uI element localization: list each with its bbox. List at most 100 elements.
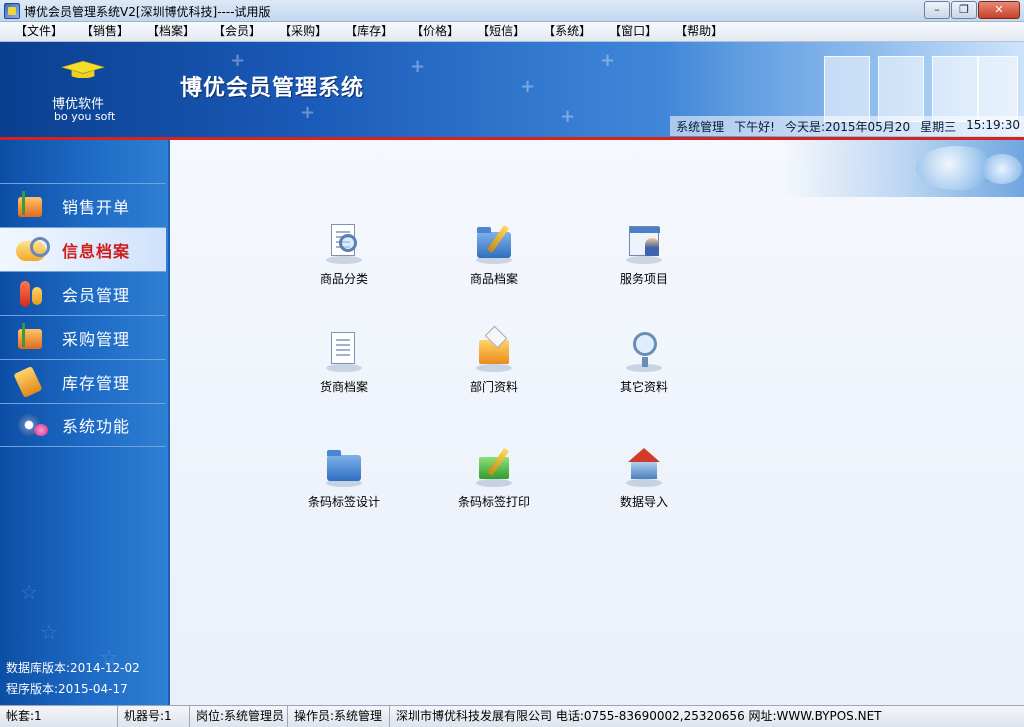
banner-deco-panel — [932, 56, 978, 122]
system-icon — [14, 410, 48, 440]
tile-product-archive[interactable]: 商品档案 — [434, 222, 554, 296]
greeting: 下午好! — [734, 120, 775, 134]
sidebar-item-label: 库存管理 — [62, 373, 131, 393]
status-company: 深圳市博优科技发展有限公司 电话:0755-83690002,25320656 … — [396, 709, 882, 723]
tile-label: 货商档案 — [319, 380, 368, 394]
barcode-print-icon — [473, 445, 515, 487]
plus-decor-icon: + — [520, 76, 536, 97]
current-date: 今天是:2015年05月20 — [784, 120, 911, 134]
header-banner: + + + + + + 博优软件 bo you soft 博优会员管理系统 系统… — [0, 42, 1024, 139]
sidebar-item-label: 信息档案 — [62, 241, 131, 261]
tile-label: 其它资料 — [619, 380, 668, 394]
tile-service-items[interactable]: 服务项目 — [584, 222, 704, 296]
weekday: 星期三 — [920, 120, 957, 134]
tile-other-info[interactable]: 其它资料 — [584, 330, 704, 404]
status-bar: 帐套:1 机器号:1 岗位:系统管理员 操作员:系统管理 深圳市博优科技发展有限… — [0, 705, 1024, 727]
sidebar-item-label: 系统功能 — [62, 417, 131, 436]
app-title: 博优会员管理系统 — [180, 76, 365, 101]
department-box-icon — [473, 330, 515, 372]
banner-deco-panel — [824, 56, 870, 122]
magnifier-document-icon — [323, 222, 365, 264]
sidebar-item-member[interactable]: 会员管理 — [0, 271, 166, 315]
menu-sms[interactable]: 【短信】 — [468, 22, 534, 41]
status-machine: 机器号:1 — [118, 706, 190, 727]
barcode-folder-icon — [323, 445, 365, 487]
minimize-button[interactable]: – — [924, 1, 950, 19]
window-controls: – ❐ ✕ — [924, 1, 1020, 19]
tile-barcode-design[interactable]: 条码标签设计 — [284, 445, 404, 519]
banner-deco-panel — [878, 56, 924, 122]
status-operator: 操作员:系统管理 — [288, 706, 390, 727]
tile-label: 数据导入 — [619, 495, 668, 509]
tile-label: 商品分类 — [319, 272, 368, 286]
maximize-button[interactable]: ❐ — [951, 1, 977, 19]
plus-decor-icon: + — [230, 50, 246, 71]
supplier-document-icon — [323, 330, 365, 372]
close-button[interactable]: ✕ — [978, 1, 1020, 19]
header-status: 系统管理 下午好! 今天是:2015年05月20 星期三 15:19:30 — [670, 116, 1024, 136]
data-import-house-icon — [623, 445, 665, 487]
tile-product-category[interactable]: 商品分类 — [284, 222, 404, 296]
menu-file[interactable]: 【文件】 — [6, 22, 72, 41]
sidebar-item-purchase[interactable]: 采购管理 — [0, 315, 166, 359]
sidebar-item-info-archive[interactable]: 信息档案 — [0, 227, 166, 271]
info-archive-icon — [14, 235, 50, 265]
tile-barcode-print[interactable]: 条码标签打印 — [434, 445, 554, 519]
menu-price[interactable]: 【价格】 — [402, 22, 468, 41]
main-panel: 商品分类 商品档案 服务项目 货商档案 部门资料 其它资料 条码标签设计 条码标… — [168, 140, 1024, 705]
main-decoration — [784, 140, 1024, 197]
inventory-icon — [13, 365, 48, 398]
logo-text-en: bo you soft — [54, 110, 116, 123]
graduation-cap-logo-icon — [60, 60, 106, 78]
plus-decor-icon: + — [410, 56, 426, 77]
menu-help[interactable]: 【帮助】 — [666, 22, 732, 41]
sidebar-item-label: 采购管理 — [62, 329, 131, 349]
status-post: 岗位:系统管理员 — [190, 706, 288, 727]
member-icon — [14, 279, 48, 309]
menu-bar: 【文件】 【销售】 【档案】 【会员】 【采购】 【库存】 【价格】 【短信】 … — [0, 22, 1024, 42]
app-icon — [4, 3, 20, 19]
sidebar-item-inventory[interactable]: 库存管理 — [0, 359, 166, 403]
current-user: 系统管理 — [676, 120, 725, 134]
star-decor-icon: ☆ — [20, 580, 38, 604]
status-account: 帐套:1 — [0, 706, 118, 727]
menu-member[interactable]: 【会员】 — [204, 22, 270, 41]
sidebar: ☆ ☆ ☆ 销售开单 信息档案 会员管理 采购管理 库存管理 系统功能 数据库版… — [0, 140, 168, 705]
plus-decor-icon: + — [600, 50, 616, 71]
tile-label: 服务项目 — [619, 272, 668, 286]
current-time: 15:19:30 — [966, 118, 1020, 132]
tile-label: 商品档案 — [469, 272, 518, 286]
sidebar-nav: 销售开单 信息档案 会员管理 采购管理 库存管理 系统功能 — [0, 183, 166, 447]
sales-order-icon — [14, 190, 48, 221]
other-search-icon — [623, 330, 665, 372]
disc-decor-icon — [982, 154, 1022, 184]
star-decor-icon: ☆ — [40, 620, 58, 644]
purchase-icon — [14, 322, 48, 353]
tile-department-info[interactable]: 部门资料 — [434, 330, 554, 404]
window-title: 博优会员管理系统V2[深圳博优科技]----试用版 — [24, 5, 271, 19]
folder-edit-icon — [473, 222, 515, 264]
menu-window[interactable]: 【窗口】 — [600, 22, 666, 41]
title-bar: 博优会员管理系统V2[深圳博优科技]----试用版 – ❐ ✕ — [0, 0, 1024, 22]
tile-label: 条码标签设计 — [307, 495, 380, 509]
menu-archive[interactable]: 【档案】 — [138, 22, 204, 41]
sidebar-item-label: 销售开单 — [62, 197, 131, 217]
menu-inventory[interactable]: 【库存】 — [336, 22, 402, 41]
plus-decor-icon: + — [560, 106, 576, 127]
tile-data-import[interactable]: 数据导入 — [584, 445, 704, 519]
sidebar-item-label: 会员管理 — [62, 285, 131, 305]
app-version: 程序版本:2015-04-17 — [6, 682, 128, 696]
db-version: 数据库版本:2014-12-02 — [6, 661, 140, 675]
tile-label: 条码标签打印 — [457, 495, 530, 509]
plus-decor-icon: + — [300, 102, 316, 123]
sidebar-item-system[interactable]: 系统功能 — [0, 403, 166, 447]
menu-sales[interactable]: 【销售】 — [72, 22, 138, 41]
version-info: 数据库版本:2014-12-02 程序版本:2015-04-17 — [6, 658, 140, 700]
menu-purchase[interactable]: 【采购】 — [270, 22, 336, 41]
tile-supplier-archive[interactable]: 货商档案 — [284, 330, 404, 404]
service-person-icon — [623, 222, 665, 264]
sidebar-item-sales[interactable]: 销售开单 — [0, 183, 166, 227]
banner-deco-panel — [978, 56, 1018, 122]
menu-system[interactable]: 【系统】 — [534, 22, 600, 41]
tile-label: 部门资料 — [469, 380, 518, 394]
